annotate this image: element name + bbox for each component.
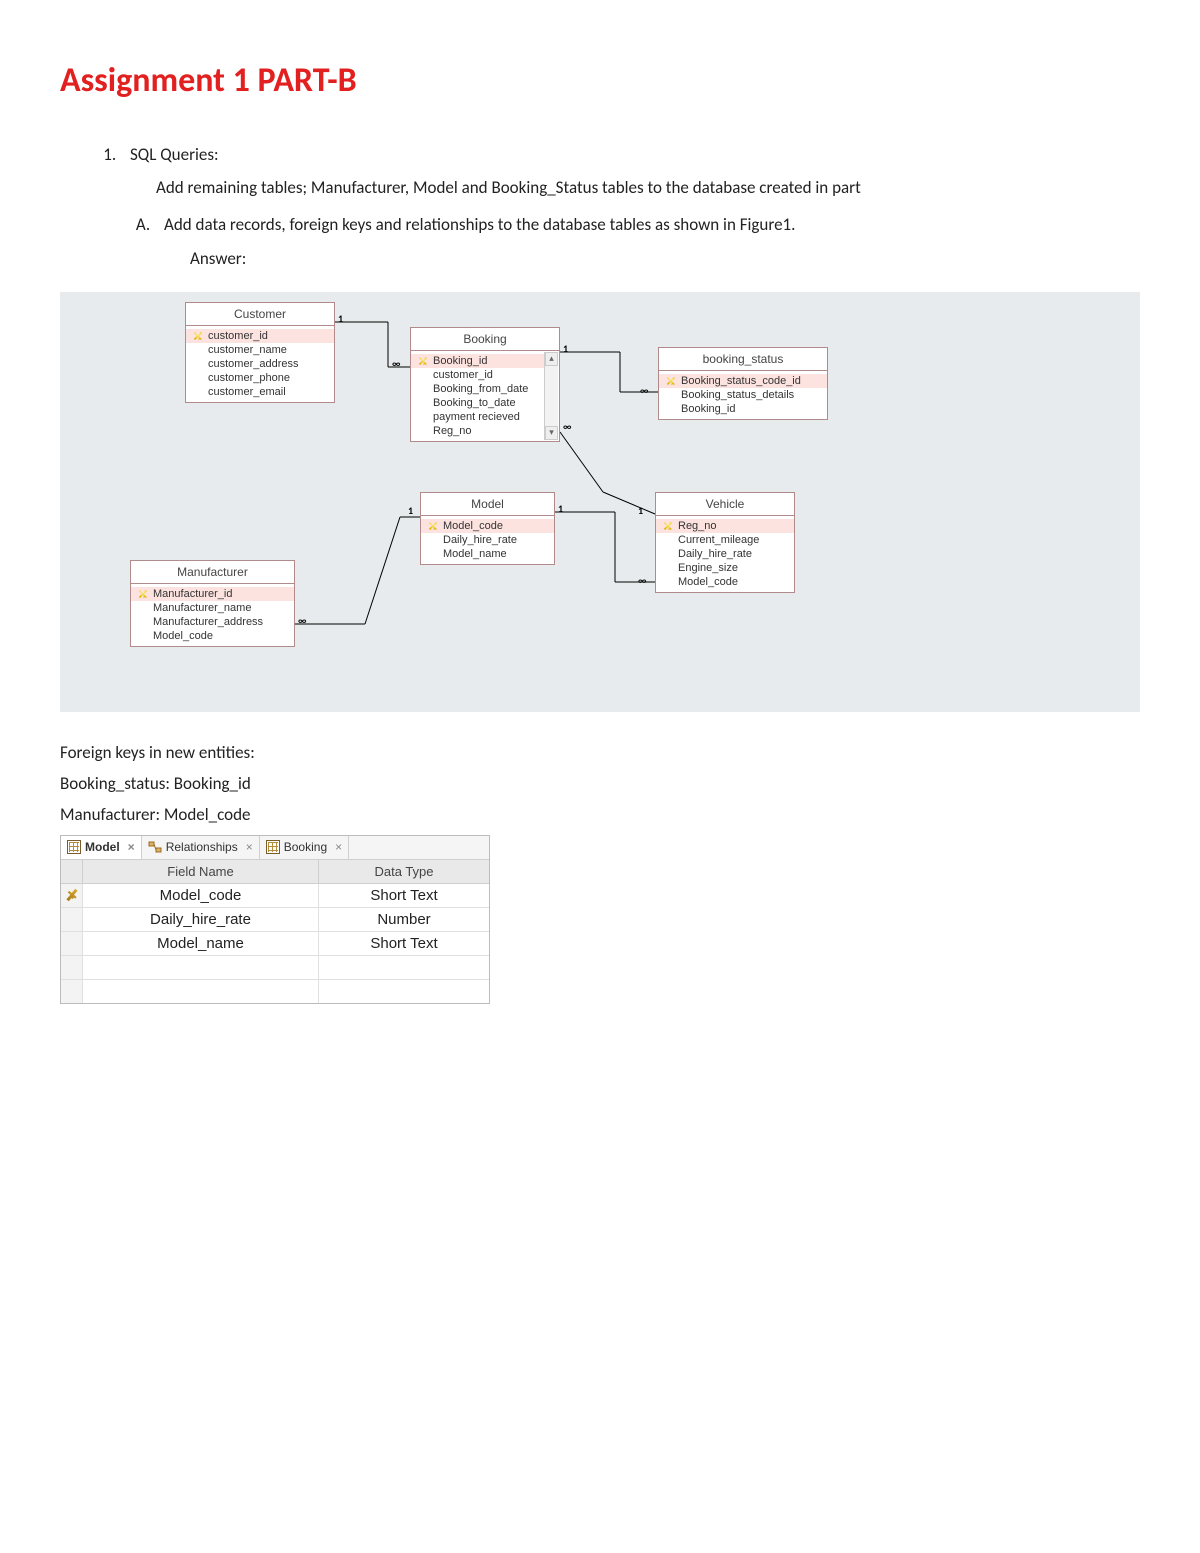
tab-label: Booking — [284, 840, 327, 854]
tab-relationships[interactable]: Relationships × — [142, 836, 260, 859]
field-model-code: Model_code — [421, 519, 554, 533]
answer-label: Answer: — [190, 245, 1140, 272]
fk-manufacturer: Manufacturer: Model_code — [60, 804, 1140, 825]
field: Booking_to_date — [411, 396, 545, 410]
key-icon — [665, 375, 677, 387]
cell-data-type: Short Text — [319, 932, 489, 955]
entity-booking: Booking Booking_id customer_id Booking_f… — [410, 327, 560, 442]
key-icon — [137, 588, 149, 600]
field-booking-status-code-id: Booking_status_code_id — [659, 374, 827, 388]
entity-title: Manufacturer — [131, 561, 294, 584]
field: Daily_hire_rate — [421, 533, 554, 547]
field: Booking_from_date — [411, 382, 545, 396]
cell-data-type: Short Text — [319, 884, 489, 907]
field: Model_code — [131, 629, 294, 643]
cardinality-many: ∞ — [563, 420, 571, 433]
tab-label: Model — [85, 840, 120, 854]
close-icon[interactable]: × — [335, 840, 342, 854]
table-row[interactable]: Model_code Short Text — [61, 884, 489, 908]
table-row[interactable]: Model_name Short Text — [61, 932, 489, 956]
field: Manufacturer_name — [131, 601, 294, 615]
field: payment recieved — [411, 410, 545, 424]
cardinality-many: ∞ — [298, 614, 306, 627]
field: Booking_id — [659, 402, 827, 416]
field-manufacturer-id: Manufacturer_id — [131, 587, 294, 601]
cardinality-one: 1 — [563, 342, 568, 355]
col-data-type: Data Type — [319, 860, 489, 883]
close-icon[interactable]: × — [128, 840, 135, 854]
field: Model_code — [656, 575, 794, 589]
cell-field-name: Model_code — [83, 884, 319, 907]
cardinality-one: 1 — [638, 504, 643, 517]
field: customer_address — [186, 357, 334, 371]
field-booking-id: Booking_id — [411, 354, 545, 368]
field: Engine_size — [656, 561, 794, 575]
grid-header: Field Name Data Type — [61, 860, 489, 884]
content: SQL Queries: Add remaining tables; Manuf… — [60, 141, 1140, 272]
table-icon — [67, 840, 81, 854]
entity-manufacturer: Manufacturer Manufacturer_id Manufacture… — [130, 560, 295, 647]
entity-title: Model — [421, 493, 554, 516]
table-row[interactable] — [61, 956, 489, 980]
cardinality-many: ∞ — [392, 357, 400, 370]
fk-booking-status: Booking_status: Booking_id — [60, 773, 1140, 794]
key-icon — [417, 355, 429, 367]
key-icon — [427, 520, 439, 532]
scroll-up-icon[interactable]: ▴ — [545, 352, 558, 366]
close-icon[interactable]: × — [246, 840, 253, 854]
field: Booking_status_details — [659, 388, 827, 402]
field: Manufacturer_address — [131, 615, 294, 629]
entity-title: Customer — [186, 303, 334, 326]
cardinality-one: 1 — [338, 312, 343, 325]
scrollbar[interactable]: ▴ ▾ — [544, 352, 558, 440]
cardinality-many: ∞ — [640, 384, 648, 397]
field-customer-id: customer_id — [186, 329, 334, 343]
entity-title: booking_status — [659, 348, 827, 371]
key-icon — [662, 520, 674, 532]
q1-sub-a: Add data records, foreign keys and relat… — [154, 211, 1140, 271]
cell-field-name: Daily_hire_rate — [83, 908, 319, 931]
cardinality-one: 1 — [408, 504, 413, 517]
tab-booking[interactable]: Booking × — [260, 836, 349, 859]
entity-vehicle: Vehicle Reg_no Current_mileage Daily_hir… — [655, 492, 795, 593]
field: customer_email — [186, 385, 334, 399]
relationships-icon — [148, 840, 162, 854]
entity-booking-status: booking_status Booking_status_code_id Bo… — [658, 347, 828, 420]
cardinality-many: ∞ — [638, 574, 646, 587]
primary-key-icon — [67, 888, 77, 902]
table-icon — [266, 840, 280, 854]
question-1: SQL Queries: Add remaining tables; Manuf… — [120, 141, 1140, 272]
col-field-name: Field Name — [83, 860, 319, 883]
key-icon — [192, 330, 204, 342]
entity-customer: Customer customer_id customer_name custo… — [185, 302, 335, 403]
tab-label: Relationships — [166, 840, 238, 854]
table-row[interactable] — [61, 980, 489, 1003]
entity-title: Vehicle — [656, 493, 794, 516]
field: Current_mileage — [656, 533, 794, 547]
foreign-keys-heading: Foreign keys in new entities: — [60, 742, 1140, 763]
field: Model_name — [421, 547, 554, 561]
field: customer_phone — [186, 371, 334, 385]
field: customer_name — [186, 343, 334, 357]
cell-data-type: Number — [319, 908, 489, 931]
tab-bar: Model × Relationships × Booking × — [61, 836, 489, 860]
cardinality-one: 1 — [558, 502, 563, 515]
field: customer_id — [411, 368, 545, 382]
entity-title: Booking — [411, 328, 559, 351]
access-design-view: Model × Relationships × Booking × Field … — [60, 835, 490, 1004]
q1-heading: SQL Queries: — [130, 144, 219, 165]
cell-field-name: Model_name — [83, 932, 319, 955]
field: Daily_hire_rate — [656, 547, 794, 561]
field-reg-no: Reg_no — [656, 519, 794, 533]
page-title: Assignment 1 PART-B — [60, 60, 1140, 101]
q1-intro: Add remaining tables; Manufacturer, Mode… — [156, 174, 1140, 201]
q1-sub-a-text: Add data records, foreign keys and relat… — [164, 214, 795, 235]
entity-model: Model Model_code Daily_hire_rate Model_n… — [420, 492, 555, 565]
table-row[interactable]: Daily_hire_rate Number — [61, 908, 489, 932]
field: Reg_no — [411, 424, 545, 438]
er-diagram: Customer customer_id customer_name custo… — [60, 292, 1140, 712]
scroll-down-icon[interactable]: ▾ — [545, 426, 558, 440]
tab-model[interactable]: Model × — [61, 836, 142, 859]
